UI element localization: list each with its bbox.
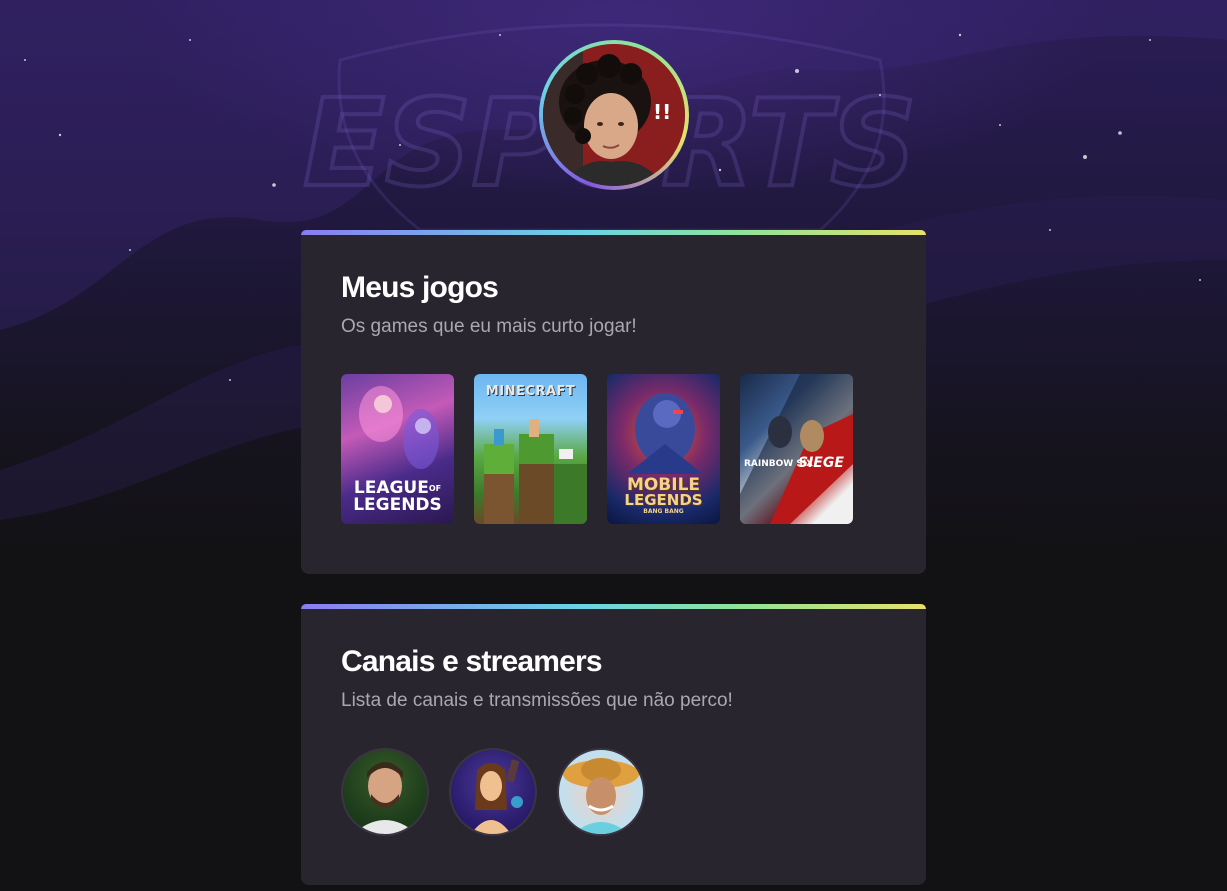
profile-photo-icon: !! — [543, 44, 685, 186]
game-title-of: OF — [428, 484, 442, 493]
games-list: LEAGUEOF LEGENDS MINECRAFT MOBILE LEGEND… — [341, 374, 886, 524]
game-title-line2: LEGENDS — [624, 491, 703, 509]
game-mobile-legends[interactable]: MOBILE LEGENDS BANG BANG — [607, 374, 720, 524]
games-card: Meus jogos Os games que eu mais curto jo… — [301, 230, 926, 574]
game-league-of-legends[interactable]: LEAGUEOF LEGENDS — [341, 374, 454, 524]
svg-text:!!: !! — [653, 100, 671, 124]
streamers-card: Canais e streamers Lista de canais e tra… — [301, 604, 926, 885]
game-minecraft[interactable]: MINECRAFT — [474, 374, 587, 524]
streamers-section-title: Canais e streamers — [341, 645, 603, 678]
streamers-section-subtitle: Lista de canais e transmissões que não p… — [341, 690, 733, 711]
game-title-minecraft: MINECRAFT — [485, 384, 576, 399]
streamer-avatar-1[interactable] — [341, 748, 429, 836]
profile-avatar: !! — [539, 40, 689, 190]
game-title-line3: BANG BANG — [643, 508, 684, 515]
streamers-list — [341, 748, 886, 836]
game-title-line2: SIEGE — [798, 455, 844, 471]
game-rainbow-six-siege[interactable]: RAINBOW SIX SIEGE — [740, 374, 853, 524]
games-section-subtitle: Os games que eu mais curto jogar! — [341, 316, 637, 337]
streamer-avatar-3[interactable] — [557, 748, 645, 836]
game-title-line2: LEGENDS — [353, 495, 442, 515]
streamer-avatar-2[interactable] — [449, 748, 537, 836]
games-section-title: Meus jogos — [341, 271, 499, 304]
